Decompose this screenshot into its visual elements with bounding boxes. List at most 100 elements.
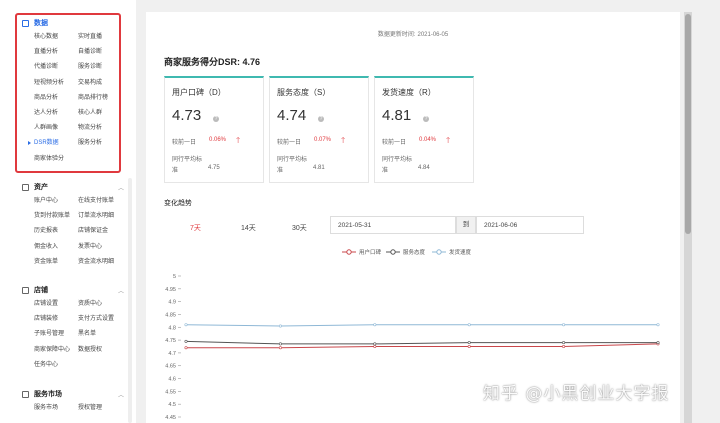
- sidebar-item-grid: 核心数据 实时直播 直播分析 自播诊断 代播诊断 服务诊断 短视频分析 交易构成 商品分析 商品排…: [28, 33, 128, 163]
- legend-marker: [346, 249, 352, 255]
- y-tick-label: 4.8: [168, 325, 176, 331]
- sidebar-item[interactable]: 服务市场: [34, 404, 78, 412]
- data-point: [184, 339, 188, 343]
- sidebar-item[interactable]: 核心人群: [78, 109, 128, 117]
- card-peer-label: 准: [172, 168, 179, 174]
- store-icon: [22, 286, 29, 294]
- card-peer-label: 同行平均标: [382, 157, 413, 163]
- sidebar-item[interactable]: 历史报表: [34, 227, 78, 235]
- range-14d[interactable]: 14天: [241, 223, 256, 233]
- y-tick-label: 4.5: [168, 402, 176, 408]
- sidebar-item[interactable]: 子账号管理: [34, 330, 78, 338]
- chevron-up-icon[interactable]: ︿: [118, 183, 124, 192]
- sidebar-item[interactable]: 达人分析: [34, 109, 78, 117]
- legend-label: 发货速度: [449, 248, 472, 256]
- sidebar-section-title[interactable]: 服务市场: [22, 388, 128, 400]
- main-area: 数据更新时间: 2021-06-05 商家服务得分DSR: 4.76 用户口碑（D…: [136, 0, 720, 423]
- data-point: [467, 323, 471, 327]
- info-icon[interactable]: ?: [423, 116, 429, 122]
- info-icon[interactable]: ?: [213, 116, 219, 122]
- content-panel: 数据更新时间: 2021-06-05 商家服务得分DSR: 4.76 用户口碑（D…: [146, 12, 680, 423]
- sidebar-section-assets: 资产 账户中心 在线支付账单 货到付款账单 订单流水明细 历史报表 店铺保证金 佣金收入 发票…: [22, 181, 128, 266]
- sidebar-section-title[interactable]: 店铺: [22, 284, 128, 296]
- sidebar-item-grid: 店铺设置 资质中心 店铺装修 支付方式设置 子账号管理 黑名单 商家保障中心 数据授权 任务中心: [34, 300, 128, 369]
- sidebar-item[interactable]: 实时直播: [78, 33, 128, 41]
- sidebar-item[interactable]: 短视频分析: [34, 79, 78, 87]
- sidebar-item[interactable]: 核心数据: [34, 33, 78, 41]
- sidebar-item[interactable]: 资金账单: [34, 258, 78, 266]
- sidebar-item[interactable]: 数据授权: [78, 346, 128, 354]
- card-compare-label: 较前一日: [172, 140, 197, 146]
- sidebar-item[interactable]: 交易构成: [78, 79, 128, 87]
- sidebar-item[interactable]: 店铺保证金: [78, 227, 128, 235]
- sidebar-item[interactable]: 商家体验分: [34, 155, 78, 163]
- data-point: [373, 323, 377, 327]
- series-line: [185, 324, 658, 327]
- data-point: [562, 323, 566, 327]
- info-icon[interactable]: ?: [318, 116, 324, 122]
- wallet-icon: [22, 183, 29, 191]
- sidebar-item[interactable]: 物流分析: [78, 124, 128, 132]
- sidebar-item[interactable]: 任务中心: [34, 361, 78, 369]
- range-30d[interactable]: 30天: [292, 223, 307, 233]
- sidebar-section-title[interactable]: 资产: [22, 181, 128, 193]
- sidebar-item[interactable]: 直播分析: [34, 48, 78, 56]
- sidebar-item[interactable]: 黑名单: [78, 330, 128, 338]
- data-point: [184, 323, 188, 327]
- app-root: 数据 核心数据 实时直播 直播分析 自播诊断 代播诊断 服务诊断 短视频分析 交易构成 商品分析…: [0, 0, 720, 423]
- sidebar-section-store: 店铺 店铺设置 资质中心 店铺装修 支付方式设置 子账号管理 黑名单 商家保障中心 数据授权任…: [22, 284, 128, 369]
- legend-marker: [436, 249, 442, 255]
- score-card: 用户口碑（D） 4.73? 较前一日 0.06% 🡑 同行平均标准 4.75: [164, 76, 264, 183]
- sidebar-item[interactable]: 商品排行榜: [78, 94, 128, 102]
- watermark: 知乎 @小黑创业大字报: [483, 384, 670, 404]
- sidebar-item[interactable]: 店铺设置: [34, 300, 78, 308]
- card-peer-label: 准: [277, 168, 284, 174]
- sidebar-item[interactable]: 资金流水明细: [78, 258, 128, 266]
- y-tick-label: 4.45: [165, 415, 176, 421]
- sidebar-item[interactable]: 人群画像: [34, 124, 78, 132]
- dsr-score-title: 商家服务得分DSR: 4.76: [164, 57, 261, 67]
- date-end-input[interactable]: 2021-06-06: [476, 216, 584, 234]
- chevron-up-icon[interactable]: ︿: [118, 390, 124, 399]
- data-point: [373, 342, 377, 346]
- y-tick-label: 5: [173, 274, 176, 280]
- y-tick-label: 4.7: [168, 351, 176, 357]
- sidebar-item[interactable]: DSR数据: [28, 139, 78, 147]
- sidebar-item[interactable]: 发票中心: [78, 243, 128, 251]
- update-time: 数据更新时间: 2021-06-05: [377, 32, 449, 38]
- chevron-up-icon[interactable]: ︿: [118, 286, 124, 295]
- y-tick-label: 4.9: [168, 300, 176, 306]
- score-card: 发货速度（R） 4.81? 较前一日 0.04% 🡑 同行平均标准 4.84: [374, 76, 474, 183]
- card-compare-value: 0.04%: [419, 137, 437, 143]
- sidebar-item[interactable]: 佣金收入: [34, 243, 78, 251]
- card-value: 4.81: [382, 107, 412, 124]
- card-value: 4.73: [172, 107, 202, 124]
- data-point: [278, 324, 282, 328]
- sidebar-item[interactable]: 自播诊断: [78, 48, 128, 56]
- card-compare-label: 较前一日: [277, 140, 302, 146]
- sidebar-item[interactable]: 货到付款账单: [34, 212, 78, 220]
- sidebar-item[interactable]: 商家保障中心: [34, 346, 78, 354]
- sidebar-section-title[interactable]: 数据: [22, 17, 128, 29]
- card-peer-label: 同行平均标: [172, 157, 203, 163]
- sidebar-item[interactable]: 服务分析: [78, 139, 128, 147]
- range-7d[interactable]: 7天: [190, 223, 201, 233]
- sidebar-item[interactable]: 商品分析: [34, 94, 78, 102]
- date-start-input[interactable]: 2021-05-31: [330, 216, 456, 234]
- sidebar-item[interactable]: 店铺装修: [34, 315, 78, 323]
- score-card: 服务态度（S） 4.74? 较前一日 0.07% 🡑 同行平均标准 4.81: [269, 76, 369, 183]
- data-point: [562, 345, 566, 349]
- sidebar-item-grid: 服务市场 授权管理: [34, 404, 128, 412]
- sidebar-item[interactable]: 资质中心: [78, 300, 128, 308]
- card-peer-value: 4.81: [313, 165, 325, 171]
- sidebar-item[interactable]: 账户中心: [34, 197, 78, 205]
- sidebar-item[interactable]: 授权管理: [78, 404, 128, 412]
- sidebar-item[interactable]: 在线支付账单: [78, 197, 128, 205]
- sidebar-item[interactable]: 订单流水明细: [78, 212, 128, 220]
- sidebar-item[interactable]: 代播诊断: [34, 63, 78, 71]
- card-compare-label: 较前一日: [382, 140, 407, 146]
- sidebar-item[interactable]: 服务诊断: [78, 63, 128, 71]
- sidebar-item[interactable]: 支付方式设置: [78, 315, 128, 323]
- main-scrollbar-thumb[interactable]: [685, 14, 691, 234]
- sidebar-scrollbar[interactable]: [128, 178, 132, 423]
